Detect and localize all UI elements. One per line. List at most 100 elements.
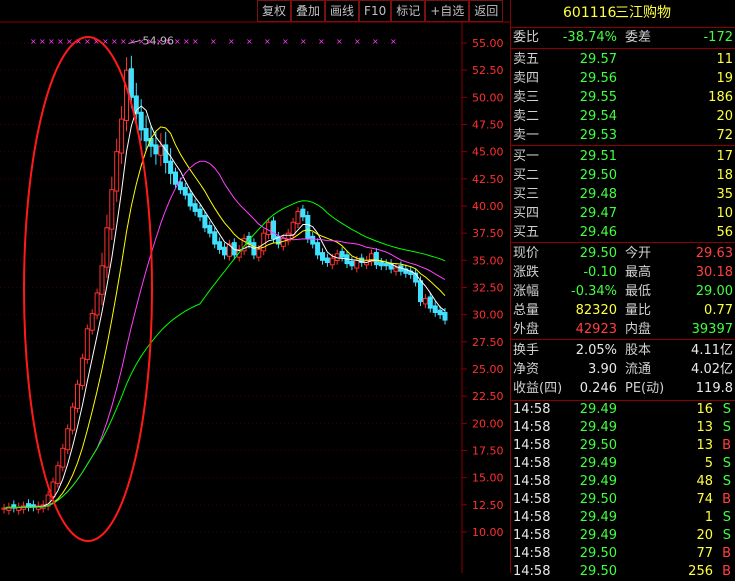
tick-side: B: [722, 546, 731, 561]
ask-price: 29.55: [579, 90, 617, 105]
candle-down: [197, 208, 203, 218]
candle-down: [310, 235, 316, 245]
ask-volume: 19: [716, 71, 733, 86]
y-tick-label: 32.50: [472, 282, 504, 295]
tick-row: 14:58 29.50 256 B: [511, 563, 735, 581]
quote-value: -0.10: [583, 265, 617, 280]
ask-row: 卖三 29.55 186: [511, 89, 735, 107]
candle-up: [119, 118, 125, 154]
candle-down: [212, 231, 218, 245]
quote-value: 0.77: [704, 303, 733, 318]
tick-time: 14:58: [513, 546, 551, 561]
fundamental-row: 换手 2.05% 股本 4.11亿: [511, 342, 735, 360]
quote-panel: 601116 三江购物 委比 -38.74% 委差 -172 卖五 29.57 11…: [510, 0, 735, 579]
fundamental-row: 净资 3.90 流通 4.02亿: [511, 361, 735, 379]
candle-up: [94, 292, 100, 316]
ask-volume: 72: [716, 128, 733, 143]
tick-side: S: [722, 474, 731, 489]
tick-price: 29.49: [579, 510, 617, 525]
tick-side: S: [722, 420, 731, 435]
tick-row: 14:58 29.50 77 B: [511, 545, 735, 563]
ask-row: 卖二 29.54 20: [511, 108, 735, 126]
candle-down: [128, 68, 134, 98]
quote-label: 涨跌: [513, 265, 540, 280]
quote-label: 外盘: [513, 322, 540, 337]
candle-up: [295, 210, 301, 225]
tick-row: 14:58 29.49 20 S: [511, 527, 735, 545]
event-marker: ×: [120, 37, 127, 46]
event-marker: ×: [372, 37, 379, 46]
restore-rights-button[interactable]: 复权: [257, 0, 292, 22]
candle-up: [84, 328, 90, 361]
y-tick-label: 37.50: [472, 227, 504, 240]
tick-row: 14:58 29.49 16 S: [511, 401, 735, 419]
fund-label: 收益(四): [513, 381, 563, 396]
event-marker: ×: [57, 37, 64, 46]
quote-row: 现价 29.50 今开 29.63: [511, 245, 735, 263]
candle-down: [442, 311, 448, 321]
event-marker: ×: [138, 37, 145, 46]
bid-label: 买三: [513, 187, 540, 202]
tick-volume: 13: [696, 438, 713, 453]
tick-time: 14:58: [513, 510, 551, 525]
tick-side: B: [722, 492, 731, 507]
tick-price: 29.49: [579, 402, 617, 417]
candle-up: [75, 383, 80, 409]
candle-down: [192, 203, 198, 212]
bid-label: 买二: [513, 168, 540, 183]
candle-down: [222, 246, 227, 256]
mark-button[interactable]: 标记: [391, 0, 426, 22]
event-marker: ×: [282, 37, 289, 46]
y-tick-label: 40.00: [472, 200, 504, 213]
candle-down: [305, 214, 311, 240]
tick-row: 14:58 29.49 5 S: [511, 455, 735, 473]
event-marker: ×: [147, 37, 154, 46]
tick-time: 14:58: [513, 528, 551, 543]
event-marker: ×: [390, 37, 397, 46]
quote-label: 内盘: [625, 322, 652, 337]
draw-line-button[interactable]: 画线: [325, 0, 360, 22]
bid-price: 29.47: [579, 206, 617, 221]
tick-row: 14:58 29.50 74 B: [511, 491, 735, 509]
overlay-button[interactable]: 叠加: [291, 0, 326, 22]
quote-label: 涨幅: [513, 284, 540, 299]
kline-chart[interactable]: 55.00 52.50 50.00 47.50 45.00 42.50 40.00 37.50…: [0, 0, 510, 573]
add-watchlist-button[interactable]: +自选: [425, 0, 470, 22]
quote-value: 82320: [575, 303, 617, 318]
tick-time: 14:58: [513, 564, 551, 579]
y-tick-label: 22.50: [472, 390, 504, 403]
candle-up: [109, 189, 115, 230]
candle-down: [315, 242, 321, 256]
back-button[interactable]: 返回: [469, 0, 504, 22]
tick-price: 29.49: [579, 420, 617, 435]
stock-code: 601116: [563, 5, 617, 21]
y-tick-label: 52.50: [472, 64, 504, 77]
stock-title: 601116 三江购物: [511, 0, 735, 26]
tick-volume: 16: [696, 402, 713, 417]
ask-volume: 186: [708, 90, 733, 105]
candle-down: [182, 186, 188, 196]
f10-button[interactable]: F10: [359, 0, 392, 22]
candle-down: [143, 128, 149, 142]
candle-up: [329, 257, 335, 266]
ask-label: 卖四: [513, 71, 540, 86]
fund-label: PE(动): [625, 381, 665, 396]
weicha-label: 委差: [625, 30, 652, 45]
quote-row: 总量 82320 量比 0.77: [511, 302, 735, 320]
tick-price: 29.50: [579, 492, 617, 507]
candle-up: [60, 447, 66, 468]
tick-volume: 77: [696, 546, 713, 561]
quote-label: 今开: [625, 246, 652, 261]
candle-down: [373, 251, 379, 266]
candle-up: [393, 267, 399, 272]
kline-svg[interactable]: 55.00 52.50 50.00 47.50 45.00 42.50 40.00 37.50…: [0, 0, 510, 573]
tick-price: 29.49: [579, 456, 617, 471]
ask-row: 卖五 29.57 11: [511, 51, 735, 69]
ask-volume: 20: [716, 109, 733, 124]
weicha-value: -172: [703, 30, 733, 45]
bid-price: 29.48: [579, 187, 617, 202]
bid-volume: 35: [716, 187, 733, 202]
fund-value: 119.8: [695, 381, 733, 396]
candle-up: [55, 465, 61, 484]
event-marker: ×: [174, 37, 181, 46]
